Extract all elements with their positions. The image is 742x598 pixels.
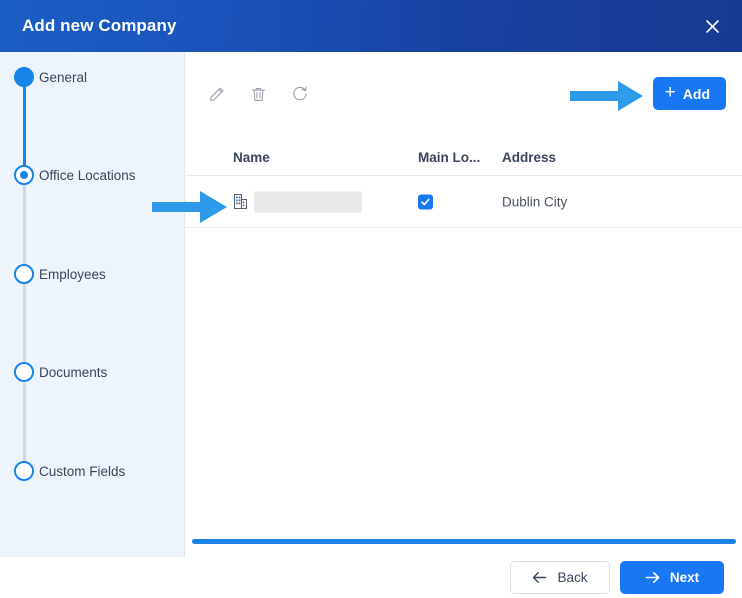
add-button-label: Add — [682, 85, 710, 102]
plus-icon: + — [664, 82, 676, 103]
trash-icon[interactable] — [244, 80, 272, 108]
column-header-main-location[interactable]: Main Lo... — [418, 150, 480, 165]
add-company-dialog: Add new Company General Office Locations… — [0, 0, 742, 598]
table-row[interactable]: Dublin City — [186, 176, 742, 228]
step-dot-empty-icon — [14, 461, 34, 481]
sidebar-item-documents[interactable]: Documents — [0, 357, 185, 387]
arrow-left-icon — [533, 572, 547, 583]
cell-name[interactable] — [233, 191, 362, 212]
add-button[interactable]: + Add — [652, 77, 726, 110]
sidebar-item-office-locations[interactable]: Office Locations — [0, 160, 185, 190]
sidebar-item-general[interactable]: General — [0, 62, 185, 92]
office-locations-panel: + Add Name Main Lo... Address Dublin Cit… — [186, 52, 742, 557]
next-button[interactable]: Next — [620, 561, 724, 594]
redacted-name-value — [254, 191, 362, 212]
column-header-address[interactable]: Address — [502, 150, 556, 165]
step-dot-filled-icon — [14, 67, 34, 87]
pencil-icon[interactable] — [202, 80, 230, 108]
step-dot-empty-icon — [14, 264, 34, 284]
dialog-titlebar: Add new Company — [0, 0, 742, 52]
sidebar-item-custom-fields[interactable]: Custom Fields — [0, 456, 185, 486]
table-header-row: Name Main Lo... Address — [186, 128, 742, 176]
table-toolbar: + Add — [186, 52, 742, 128]
building-icon — [234, 194, 247, 209]
refresh-icon[interactable] — [286, 80, 314, 108]
sidebar-item-employees[interactable]: Employees — [0, 259, 185, 289]
step-dot-empty-icon — [14, 362, 34, 382]
sidebar-item-label: Office Locations — [39, 167, 136, 183]
cell-main-location[interactable] — [418, 194, 433, 209]
wizard-progress-bar — [192, 539, 736, 544]
sidebar-item-label: General — [39, 69, 88, 85]
dialog-title: Add new Company — [22, 16, 177, 35]
dialog-footer: Back Next — [0, 557, 742, 598]
next-button-label: Next — [669, 570, 700, 585]
wizard-stepper-sidebar: General Office Locations Employees Docum… — [0, 52, 185, 557]
main-location-checkbox[interactable] — [418, 194, 433, 209]
column-header-name[interactable]: Name — [233, 150, 270, 165]
step-dot-current-icon — [14, 165, 34, 185]
arrow-right-icon — [645, 572, 660, 583]
sidebar-item-label: Custom Fields — [39, 463, 126, 479]
sidebar-item-label: Employees — [39, 266, 106, 282]
back-button-label: Back — [557, 570, 588, 585]
cell-address[interactable]: Dublin City — [502, 194, 567, 209]
sidebar-item-label: Documents — [39, 364, 108, 380]
back-button[interactable]: Back — [510, 561, 610, 594]
close-icon[interactable] — [696, 10, 728, 42]
wizard-progress-fill — [192, 539, 736, 544]
office-locations-table: Name Main Lo... Address Dublin City — [186, 128, 742, 228]
